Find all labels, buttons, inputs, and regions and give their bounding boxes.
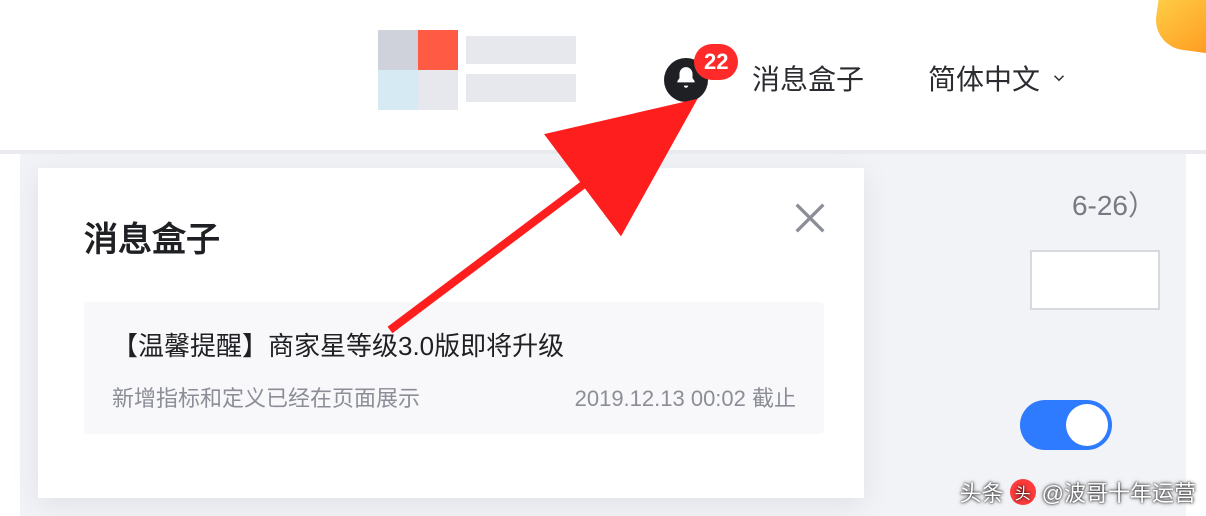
watermark-prefix: 头条 xyxy=(960,476,1004,508)
background-input[interactable] xyxy=(1030,250,1160,310)
language-label: 简体中文 xyxy=(928,58,1040,98)
brand-logo xyxy=(378,30,578,110)
notification-count-badge: 22 xyxy=(694,44,738,80)
close-button[interactable] xyxy=(790,198,830,238)
background-toggle[interactable] xyxy=(1020,400,1112,450)
message-box-popup: 消息盒子 【温馨提醒】商家星等级3.0版即将升级 新增指标和定义已经在页面展示 … xyxy=(38,168,864,498)
chevron-down-icon xyxy=(1050,62,1068,94)
close-icon xyxy=(790,225,830,242)
message-card[interactable]: 【温馨提醒】商家星等级3.0版即将升级 新增指标和定义已经在页面展示 2019.… xyxy=(84,302,824,434)
message-timestamp: 2019.12.13 00:02 截止 xyxy=(575,381,796,413)
watermark: 头条 头 @波哥十年运营 xyxy=(960,476,1196,508)
message-box-link[interactable]: 消息盒子 xyxy=(752,58,864,98)
background-date-fragment: 6-26） xyxy=(1072,184,1156,224)
language-selector[interactable]: 简体中文 xyxy=(928,58,1068,98)
watermark-handle: @波哥十年运营 xyxy=(1042,476,1196,508)
popup-title: 消息盒子 xyxy=(84,212,220,261)
message-subtitle: 新增指标和定义已经在页面展示 xyxy=(112,381,420,413)
watermark-icon: 头 xyxy=(1010,479,1036,505)
message-title: 【温馨提醒】商家星等级3.0版即将升级 xyxy=(112,326,796,363)
